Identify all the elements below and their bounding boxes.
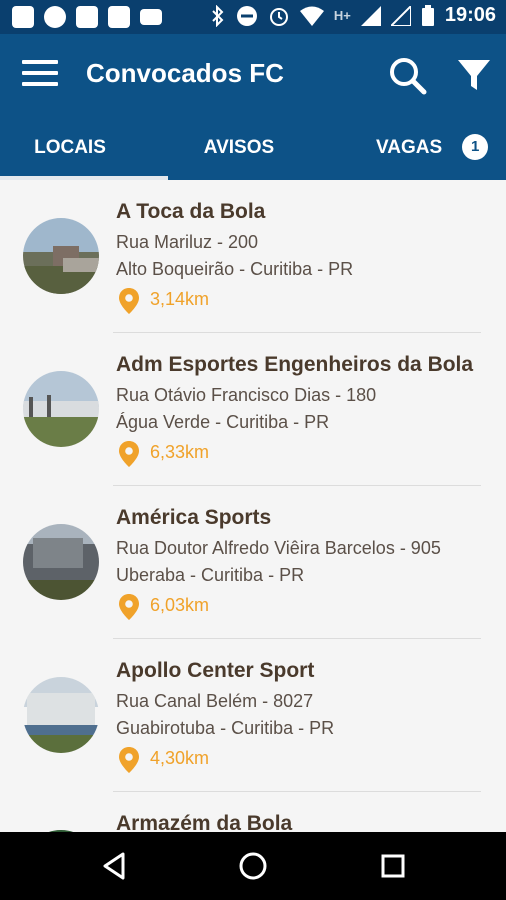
signal-icon — [360, 5, 381, 26]
location-pin-icon — [119, 441, 139, 467]
facebook-icon — [108, 6, 130, 28]
back-icon — [103, 852, 125, 880]
menu-button[interactable] — [22, 60, 58, 90]
page-title: Convocados FC — [86, 58, 284, 88]
location-pin-icon — [119, 288, 139, 314]
locations-list: A Toca da Bola Rua Mariluz - 200 Alto Bo… — [0, 180, 506, 832]
location-area: Água Verde - Curitiba - PR — [116, 412, 330, 432]
location-name: Armazém da Bola — [116, 812, 293, 832]
filter-button[interactable] — [452, 54, 496, 98]
bluetooth-icon — [212, 4, 224, 27]
location-pin-icon — [119, 594, 139, 620]
battery-icon — [421, 4, 434, 26]
app-bar: Convocados FC — [0, 34, 506, 116]
tab-label: LOCAIS — [34, 137, 106, 158]
do-not-disturb-icon — [236, 5, 257, 26]
location-street: Rua Doutor Alfredo Viêira Barcelos - 905 — [116, 538, 441, 558]
search-icon — [390, 58, 427, 95]
home-button[interactable] — [229, 842, 277, 890]
location-street: Rua Otávio Francisco Dias - 180 — [116, 385, 377, 405]
system-nav-bar — [0, 832, 506, 900]
list-item[interactable]: Adm Esportes Engenheiros da Bola Rua Otá… — [0, 333, 506, 486]
location-photo — [23, 524, 99, 600]
tab-label: AVISOS — [203, 137, 275, 158]
tab-locais[interactable]: LOCAIS — [0, 116, 140, 180]
mail-icon — [140, 9, 162, 25]
list-item[interactable]: Apollo Center Sport Rua Canal Belém - 80… — [0, 639, 506, 792]
menu-icon — [22, 60, 58, 64]
search-button[interactable] — [386, 54, 430, 98]
status-time: 19:06 — [444, 4, 496, 26]
filter-icon — [458, 60, 490, 90]
network-type: H+ — [333, 8, 351, 23]
location-distance: 6,33km — [150, 442, 210, 462]
alarm-icon — [269, 7, 288, 26]
location-area: Guabirotuba - Curitiba - PR — [116, 718, 335, 738]
location-name: Apollo Center Sport — [116, 659, 315, 682]
location-pin-icon — [119, 747, 139, 773]
location-distance: 3,14km — [150, 289, 210, 309]
tab-avisos[interactable]: AVISOS — [168, 116, 310, 180]
recents-button[interactable] — [369, 842, 417, 890]
status-bar: H+ 19:06 — [0, 0, 506, 34]
location-photo — [23, 371, 99, 447]
list-item[interactable]: América Sports Rua Doutor Alfredo Viêira… — [0, 486, 506, 639]
location-name: Adm Esportes Engenheiros da Bola — [116, 353, 474, 376]
skype-icon — [44, 6, 66, 28]
location-distance: 6,03km — [150, 595, 210, 615]
notification-icon — [12, 6, 34, 28]
facebook-icon — [76, 6, 98, 28]
count-badge: 1 — [462, 133, 489, 160]
tab-vagas[interactable]: VAGAS 1 — [376, 116, 506, 180]
signal-icon — [390, 5, 411, 26]
location-photo — [23, 218, 99, 294]
location-name: A Toca da Bola — [116, 200, 266, 223]
location-street: Rua Mariluz - 200 — [116, 232, 259, 252]
location-name: América Sports — [116, 506, 272, 529]
back-button[interactable] — [90, 842, 138, 890]
wifi-icon — [299, 6, 324, 26]
location-area: Alto Boqueirão - Curitiba - PR — [116, 259, 354, 279]
location-area: Uberaba - Curitiba - PR — [116, 565, 305, 585]
recents-icon — [381, 854, 405, 878]
tab-bar: LOCAIS AVISOS VAGAS 1 — [0, 116, 506, 180]
home-icon — [239, 852, 267, 880]
list-item[interactable]: Armazém da Bola — [0, 792, 506, 832]
tab-label: VAGAS — [376, 137, 443, 158]
location-photo — [23, 677, 99, 753]
location-street: Rua Canal Belém - 8027 — [116, 691, 314, 711]
list-item[interactable]: A Toca da Bola Rua Mariluz - 200 Alto Bo… — [0, 180, 506, 333]
location-distance: 4,30km — [150, 748, 210, 768]
